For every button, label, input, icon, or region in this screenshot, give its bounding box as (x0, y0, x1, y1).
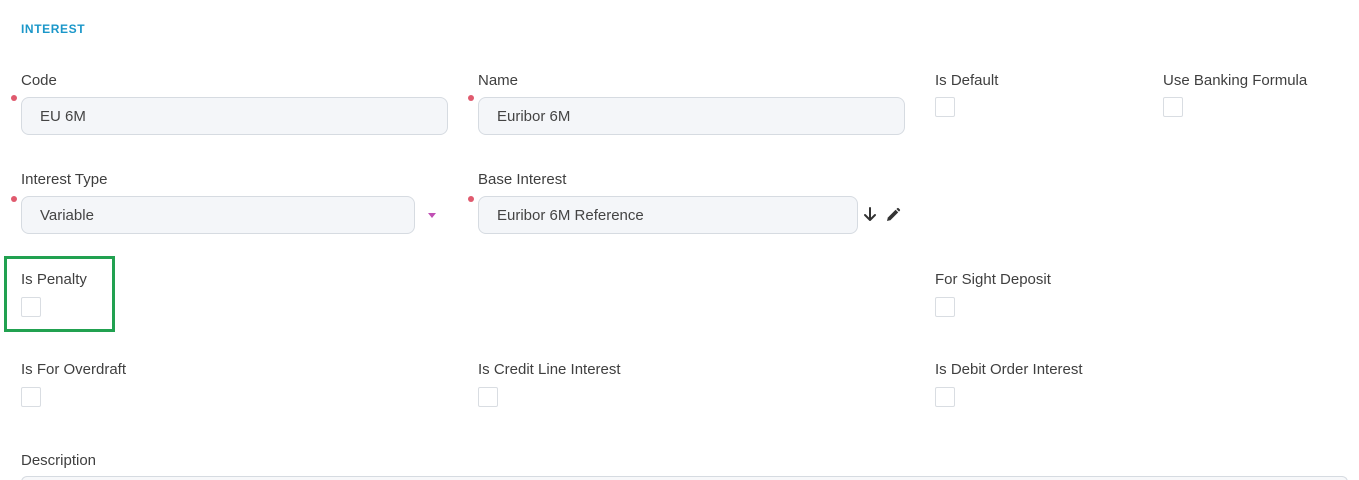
interest-type-select[interactable]: Variable (21, 196, 415, 234)
code-input[interactable]: EU 6M (21, 97, 448, 135)
is-default-label: Is Default (935, 72, 999, 89)
interest-type-label: Interest Type (21, 171, 108, 188)
is-penalty-checkbox[interactable] (21, 297, 41, 317)
name-label: Name (478, 72, 519, 89)
is-penalty-label: Is Penalty (21, 271, 87, 288)
interest-type-required-marker (11, 196, 17, 202)
description-label: Description (21, 452, 97, 469)
code-required-marker (11, 95, 17, 101)
use-banking-formula-label: Use Banking Formula (1163, 72, 1308, 89)
base-interest-label: Base Interest (478, 171, 567, 188)
code-label: Code (21, 72, 57, 89)
is-credit-line-interest-checkbox[interactable] (478, 387, 498, 407)
for-sight-deposit-label: For Sight Deposit (935, 271, 1051, 288)
name-input[interactable]: Euribor 6M (478, 97, 905, 135)
interest-form: INTEREST Code EU 6M Name Euribor 6M Is D… (0, 0, 1359, 480)
is-for-overdraft-label: Is For Overdraft (21, 361, 127, 378)
arrow-down-icon[interactable] (863, 207, 877, 223)
pencil-icon[interactable] (885, 207, 901, 223)
section-title: INTEREST (21, 22, 86, 36)
base-interest-required-marker (468, 196, 474, 202)
name-required-marker (468, 95, 474, 101)
is-credit-line-interest-label: Is Credit Line Interest (478, 361, 621, 378)
is-debit-order-interest-label: Is Debit Order Interest (935, 361, 1083, 378)
use-banking-formula-checkbox[interactable] (1163, 97, 1183, 117)
is-default-checkbox[interactable] (935, 97, 955, 117)
description-textarea[interactable] (21, 476, 1348, 480)
caret-down-icon[interactable] (428, 213, 436, 218)
is-for-overdraft-checkbox[interactable] (21, 387, 41, 407)
is-penalty-highlight (4, 256, 115, 332)
is-debit-order-interest-checkbox[interactable] (935, 387, 955, 407)
for-sight-deposit-checkbox[interactable] (935, 297, 955, 317)
base-interest-input[interactable]: Euribor 6M Reference (478, 196, 858, 234)
